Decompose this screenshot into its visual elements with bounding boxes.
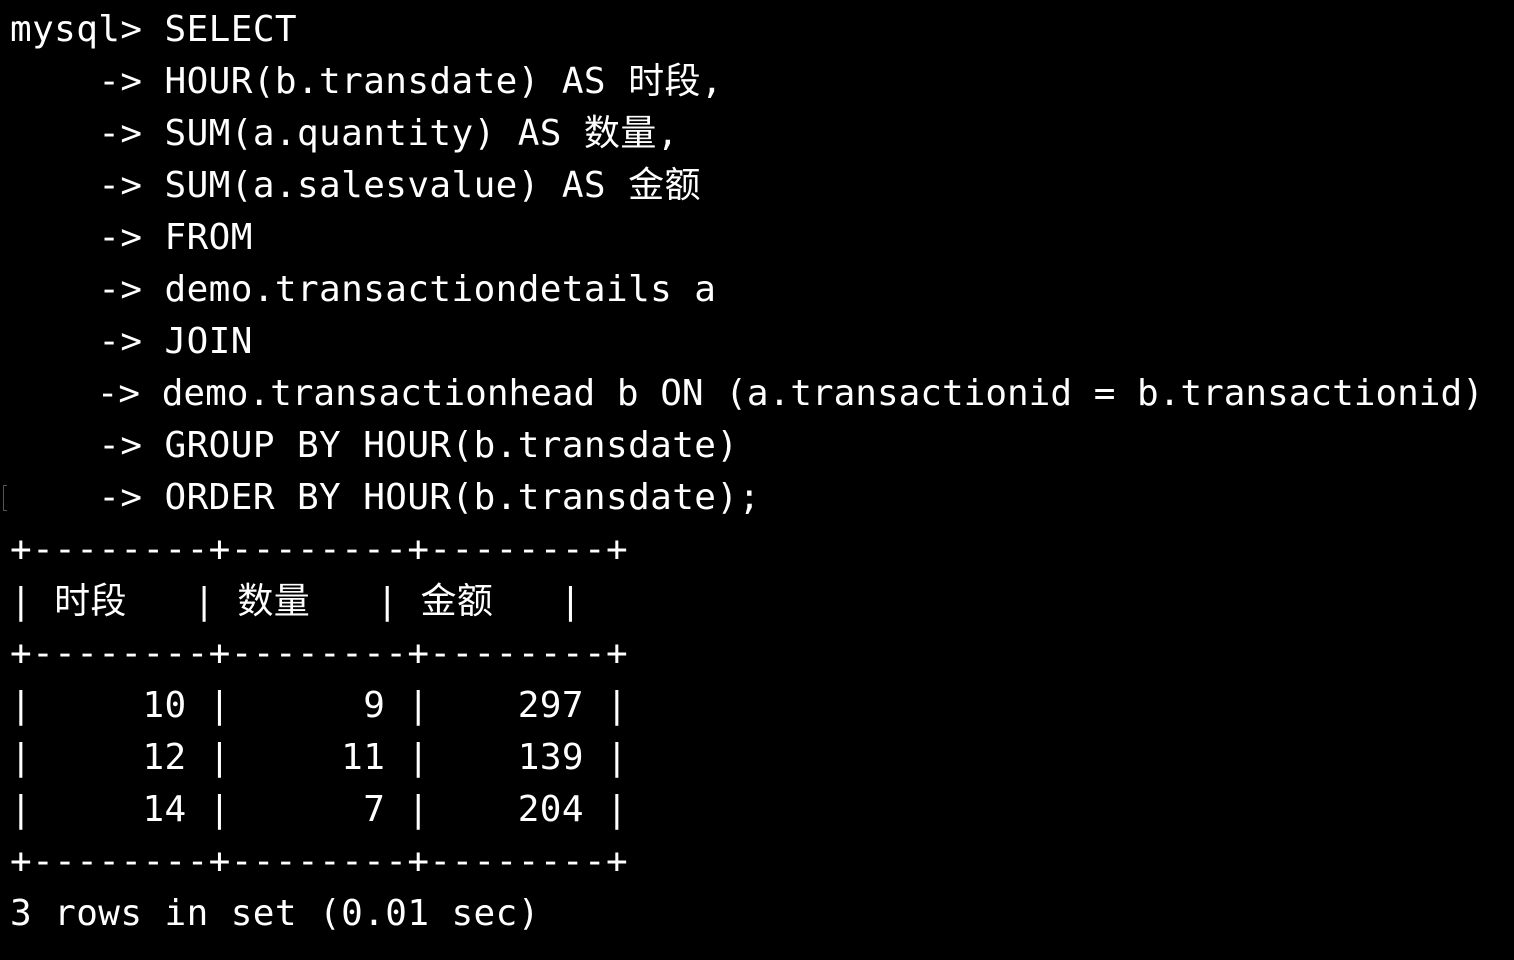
continuation-prompt: -> — [10, 477, 165, 518]
continuation-prompt: -> — [10, 269, 165, 310]
header-cell-quantity: 数量 — [237, 581, 311, 622]
cell-quantity: 11 — [341, 737, 386, 778]
continuation-prompt: -> — [10, 165, 165, 206]
continuation-prompt: -> — [10, 217, 165, 258]
cell-quantity: 9 — [363, 685, 386, 726]
continuation-prompt: -> — [10, 425, 165, 466]
table-border-header: +--------+--------+--------+ — [10, 633, 629, 674]
query-text: HOUR(b.transdate) AS 时段, — [164, 61, 723, 102]
table-border-top: +--------+--------+--------+ — [10, 529, 629, 570]
cell-hour: 12 — [142, 737, 187, 778]
query-text: SELECT — [164, 9, 297, 50]
query-text: JOIN — [164, 321, 253, 362]
mysql-prompt: mysql> — [10, 9, 165, 50]
cell-hour: 10 — [142, 685, 187, 726]
result-status: 3 rows in set (0.01 sec) — [10, 893, 540, 934]
query-text: FROM — [164, 217, 253, 258]
query-line-1: mysql> SELECT — [10, 4, 297, 56]
query-line-9: -> GROUP BY HOUR(b.transdate) — [10, 420, 738, 472]
query-text: demo.transactiondetails a — [164, 269, 717, 310]
table-row: | 12 | 11 | 139 | — [10, 737, 629, 778]
query-line-4: -> SUM(a.salesvalue) AS 金额 — [10, 160, 701, 212]
header-cell-amount: 金额 — [420, 581, 494, 622]
cell-hour: 14 — [142, 789, 187, 830]
continuation-prompt: -> — [10, 61, 165, 102]
query-line-3: -> SUM(a.quantity) AS 数量, — [10, 108, 679, 160]
query-line-2: -> HOUR(b.transdate) AS 时段, — [10, 56, 723, 108]
cell-quantity: 7 — [363, 789, 386, 830]
query-text: SUM(a.salesvalue) AS 金额 — [164, 165, 701, 206]
cell-amount: 297 — [517, 685, 584, 726]
terminal-window[interactable]: mysql> SELECT -> HOUR(b.transdate) AS 时段… — [0, 0, 1514, 960]
query-text: SUM(a.quantity) AS 数量, — [164, 113, 679, 154]
continuation-prompt: -> — [10, 113, 165, 154]
continuation-prompt: -> — [10, 321, 165, 362]
table-row: | 10 | 9 | 297 | — [10, 685, 629, 726]
table-border-bottom: +--------+--------+--------+ — [10, 841, 629, 882]
scroll-marker-icon — [3, 485, 7, 511]
cell-amount: 204 — [517, 789, 584, 830]
cell-amount: 139 — [517, 737, 584, 778]
query-line-10: -> ORDER BY HOUR(b.transdate); — [10, 472, 761, 524]
continuation-prompt: -> — [10, 373, 162, 414]
query-text: ORDER BY HOUR(b.transdate); — [164, 477, 761, 518]
header-cell-hour: 时段 — [54, 581, 127, 622]
query-line-5: -> FROM — [10, 212, 253, 264]
query-line-6: -> demo.transactiondetails a — [10, 264, 716, 316]
query-text: demo.transactionhead b ON (a.transaction… — [161, 373, 1484, 414]
table-header-row: | 时段 | 数量 | 金额 | — [10, 581, 582, 622]
query-line-7: -> JOIN — [10, 316, 253, 368]
table-row: | 14 | 7 | 204 | — [10, 789, 629, 830]
query-line-8: -> demo.transactionhead b ON (a.transact… — [10, 368, 1484, 420]
query-text: GROUP BY HOUR(b.transdate) — [164, 425, 739, 466]
